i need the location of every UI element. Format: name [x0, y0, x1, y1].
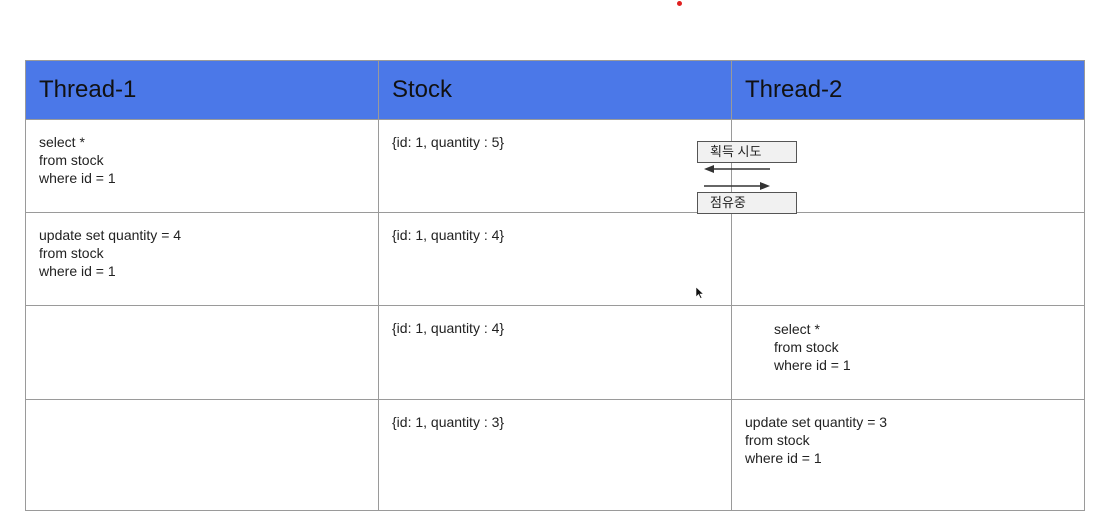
header-thread-1: Thread-1 [25, 60, 379, 120]
arrow-right-icon [704, 182, 770, 190]
thread-stock-table: Thread-1 Stock Thread-2 select * from st… [25, 60, 1085, 511]
stock-cell: {id: 1, quantity : 3} [378, 399, 732, 511]
thread1-cell [25, 399, 379, 511]
arrow-left-icon [704, 165, 770, 173]
header-thread-2: Thread-2 [731, 60, 1085, 120]
table-row: update set quantity = 4 from stock where… [25, 212, 1085, 306]
table-row: {id: 1, quantity : 3} update set quantit… [25, 399, 1085, 511]
thread1-cell: select * from stock where id = 1 [25, 119, 379, 213]
thread2-cell: select * from stock where id = 1 [731, 305, 1085, 400]
thread2-cell: update set quantity = 3 from stock where… [731, 399, 1085, 511]
table-row: {id: 1, quantity : 4} select * from stoc… [25, 305, 1085, 400]
header-stock: Stock [378, 60, 732, 120]
thread1-cell: update set quantity = 4 from stock where… [25, 212, 379, 306]
thread1-cell [25, 305, 379, 400]
stock-cell: {id: 1, quantity : 4} [378, 305, 732, 400]
mouse-cursor-icon [696, 287, 704, 299]
stock-cell: {id: 1, quantity : 4} [378, 212, 732, 306]
header-row: Thread-1 Stock Thread-2 [25, 60, 1085, 120]
occupied-label: 점유중 [697, 192, 797, 214]
table-row: select * from stock where id = 1 {id: 1,… [25, 119, 1085, 213]
stock-cell: {id: 1, quantity : 5} [378, 119, 732, 213]
thread2-cell [731, 212, 1085, 306]
acquire-attempt-label: 획득 시도 [697, 141, 797, 163]
red-marker-dot [677, 1, 682, 6]
